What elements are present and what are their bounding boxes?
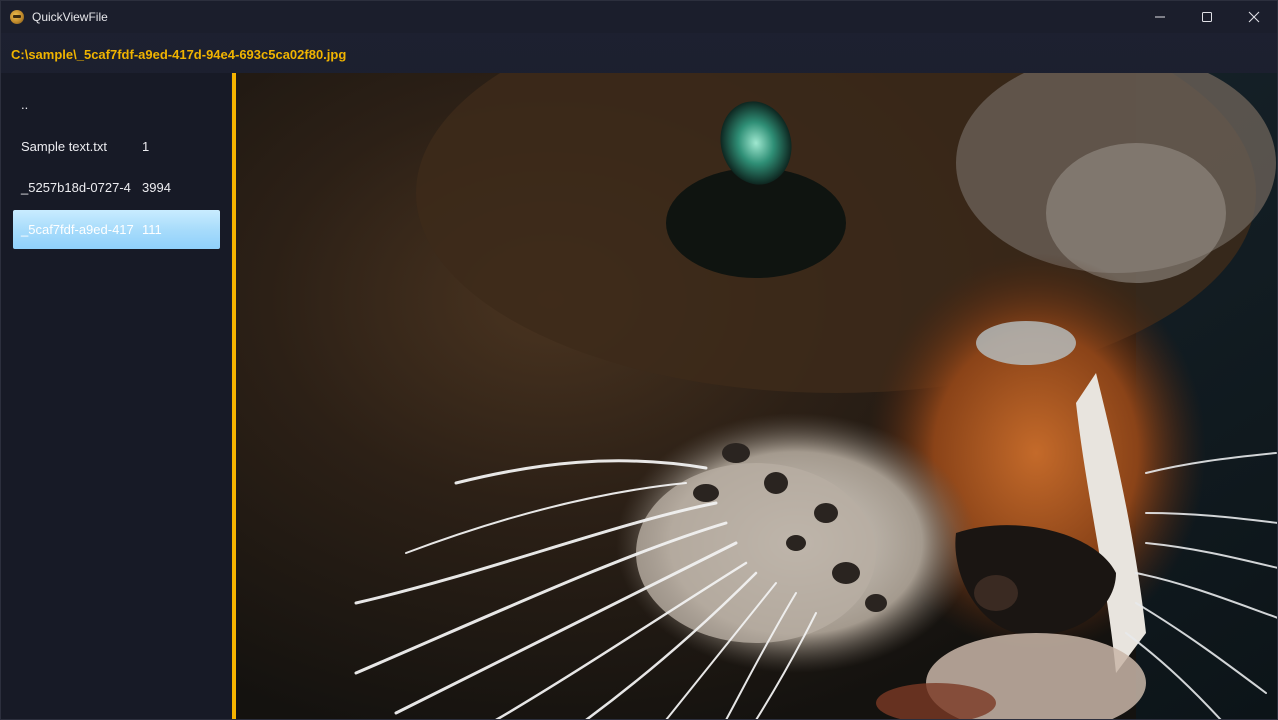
app-icon	[10, 10, 24, 24]
maximize-button[interactable]	[1183, 1, 1230, 33]
file-list-item[interactable]: Sample text.txt 1	[13, 127, 220, 166]
app-window: QuickViewFile C:\sample\_5caf7fdf-a9ed-4…	[0, 0, 1278, 720]
file-list-item[interactable]: _5257b18d-0727-4 3994	[13, 168, 220, 207]
file-list[interactable]: .. Sample text.txt 1 _5257b18d-0727-4 39…	[1, 73, 231, 719]
file-size: 1	[142, 138, 150, 154]
file-size: 3994	[142, 180, 171, 195]
app-title: QuickViewFile	[32, 10, 108, 24]
close-button[interactable]	[1230, 1, 1277, 33]
file-name: Sample text.txt	[21, 138, 107, 154]
path-bar: C:\sample\_5caf7fdf-a9ed-417d-94e4-693c5…	[1, 41, 1277, 67]
file-list-item[interactable]: ..	[13, 85, 220, 124]
file-name: _5257b18d-0727-4	[21, 180, 131, 195]
maximize-icon	[1201, 12, 1212, 22]
minimize-icon	[1154, 16, 1165, 18]
file-list-item-selected[interactable]: _5caf7fdf-a9ed-417 111	[13, 209, 220, 249]
minimize-button[interactable]	[1136, 1, 1183, 33]
file-name: ..	[21, 97, 29, 112]
file-name: _5caf7fdf-a9ed-417	[21, 221, 134, 237]
title-bar[interactable]: QuickViewFile	[1, 1, 1277, 33]
caption-buttons	[1136, 1, 1277, 33]
file-size: 111	[142, 221, 162, 237]
close-icon	[1248, 11, 1259, 23]
current-file-path: C:\sample\_5caf7fdf-a9ed-417d-94e4-693c5…	[11, 46, 347, 62]
cat-photo	[236, 73, 1277, 719]
image-preview	[236, 73, 1277, 719]
